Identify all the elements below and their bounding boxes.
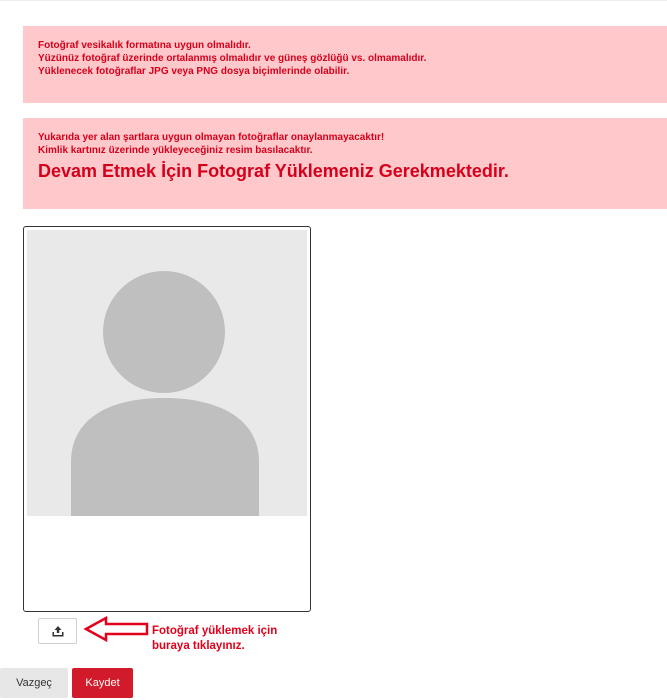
info-alert-line: Fotoğraf vesikalık formatına uygun olmal… — [38, 40, 251, 51]
photo-preview-frame — [23, 226, 311, 612]
cancel-button[interactable]: Vazgeç — [0, 668, 68, 698]
person-silhouette-icon — [27, 230, 307, 516]
warning-alert-line: Kimlik kartınız üzerinde yükleyeceğiniz … — [38, 145, 313, 156]
upload-hint-line: buraya tıklayınız. — [152, 640, 245, 652]
arrow-left-icon — [84, 616, 149, 642]
upload-icon — [52, 625, 63, 636]
top-divider — [0, 0, 667, 1]
warning-alert-line: Yukarıda yer alan şartlara uygun olmayan… — [38, 132, 385, 143]
upload-hint-line: Fotoğraf yüklemek için — [152, 625, 278, 637]
warning-headline: Devam Etmek İçin Fotograf Yüklemeniz Ger… — [38, 161, 509, 181]
upload-button[interactable] — [38, 618, 77, 644]
warning-alert: Yukarıda yer alan şartlara uygun olmayan… — [23, 118, 667, 209]
info-alert-line: Yüzünüz fotoğraf üzerinde ortalanmış olm… — [38, 53, 427, 64]
upload-hint: Fotoğraf yüklemek için buraya tıklayınız… — [152, 624, 277, 654]
save-button[interactable]: Kaydet — [72, 668, 133, 698]
info-alert-line: Yüklenecek fotoğraflar JPG veya PNG dosy… — [38, 66, 350, 77]
info-alert: Fotoğraf vesikalık formatına uygun olmal… — [23, 26, 667, 103]
